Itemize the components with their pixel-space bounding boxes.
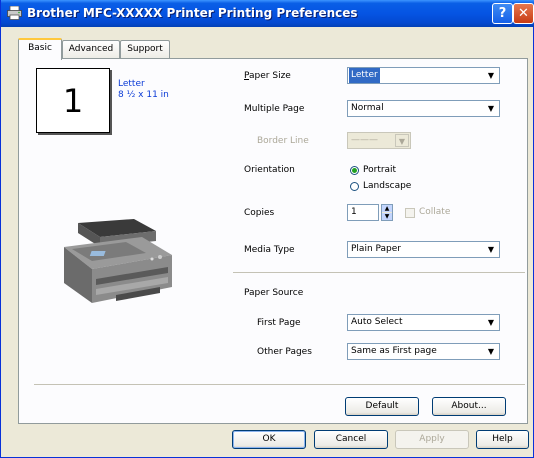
cancel-button[interactable]: Cancel <box>314 430 388 449</box>
window-title: Brother MFC-XXXXX Printer Printing Prefe… <box>27 6 358 20</box>
first-page-select[interactable]: Auto Select ▼ <box>347 314 500 331</box>
portrait-label[interactable]: Portrait <box>363 165 396 175</box>
about-button[interactable]: About... <box>432 397 506 416</box>
spin-up-icon[interactable]: ▲ <box>382 205 392 212</box>
media-type-label: Media Type <box>244 245 295 255</box>
other-pages-value: Same as First page <box>351 346 437 356</box>
copies-input[interactable]: 1 <box>347 204 379 221</box>
copies-value: 1 <box>351 207 357 217</box>
media-type-value: Plain Paper <box>351 244 401 254</box>
first-page-label: First Page <box>257 318 301 328</box>
title-bar: Brother MFC-XXXXX Printer Printing Prefe… <box>1 0 534 27</box>
tab-advanced[interactable]: Advanced <box>62 40 120 59</box>
copies-spinner[interactable]: ▲ ▼ <box>381 204 393 221</box>
paper-source-label: Paper Source <box>244 288 304 298</box>
radio-dot <box>352 168 357 173</box>
other-pages-label: Other Pages <box>257 347 312 357</box>
question-icon: ? <box>498 6 507 21</box>
divider <box>34 384 525 385</box>
chevron-down-icon: ▼ <box>487 245 495 254</box>
close-button[interactable]: ✕ <box>513 3 534 24</box>
first-page-value: Auto Select <box>351 317 403 327</box>
orientation-label: Orientation <box>244 165 295 175</box>
collate-label: Collate <box>419 207 451 217</box>
close-icon: ✕ <box>518 6 529 21</box>
default-button[interactable]: Default <box>345 397 419 416</box>
copies-label: Copies <box>244 208 275 218</box>
spin-down-icon[interactable]: ▼ <box>382 213 392 220</box>
portrait-radio[interactable] <box>350 166 359 175</box>
help-button[interactable]: Help <box>476 430 529 449</box>
printer-icon <box>7 6 22 20</box>
page-preview: 1 <box>36 68 110 133</box>
paper-size-select[interactable]: Letter ▼ <box>347 67 500 84</box>
chevron-down-icon: ▼ <box>395 134 409 147</box>
preview-paper-name: Letter <box>118 79 145 89</box>
tab-support[interactable]: Support <box>120 40 170 59</box>
border-line-select[interactable]: ——— ▼ <box>347 132 411 149</box>
help-title-button[interactable]: ? <box>492 3 513 24</box>
tab-basic[interactable]: Basic <box>18 38 62 60</box>
preview-page-number: 1 <box>62 82 84 120</box>
border-line-label: Border Line <box>257 136 309 146</box>
multiple-page-select[interactable]: Normal ▼ <box>347 100 500 117</box>
paper-size-label-text: aper Size <box>249 71 291 81</box>
paper-size-label: Paper Size <box>244 71 291 81</box>
divider <box>233 272 525 273</box>
printer-device-illustration <box>64 219 172 303</box>
apply-button[interactable]: Apply <box>395 430 469 449</box>
multiple-page-label: Multiple Page <box>244 104 305 114</box>
landscape-label[interactable]: Landscape <box>363 181 411 191</box>
printing-preferences-window: Brother MFC-XXXXX Printer Printing Prefe… <box>0 0 534 458</box>
paper-size-value: Letter <box>349 68 380 83</box>
collate-checkbox[interactable] <box>405 208 415 218</box>
landscape-radio[interactable] <box>350 182 359 191</box>
other-pages-select[interactable]: Same as First page ▼ <box>347 343 500 360</box>
preview-paper-dims: 8 ½ x 11 in <box>118 90 169 100</box>
chevron-down-icon: ▼ <box>487 318 495 327</box>
ok-button[interactable]: OK <box>232 430 306 449</box>
chevron-down-icon: ▼ <box>487 347 495 356</box>
multiple-page-value: Normal <box>351 103 384 113</box>
chevron-down-icon: ▼ <box>487 71 495 80</box>
media-type-select[interactable]: Plain Paper ▼ <box>347 241 500 258</box>
chevron-down-icon: ▼ <box>487 104 495 113</box>
border-line-value: ——— <box>351 135 378 145</box>
